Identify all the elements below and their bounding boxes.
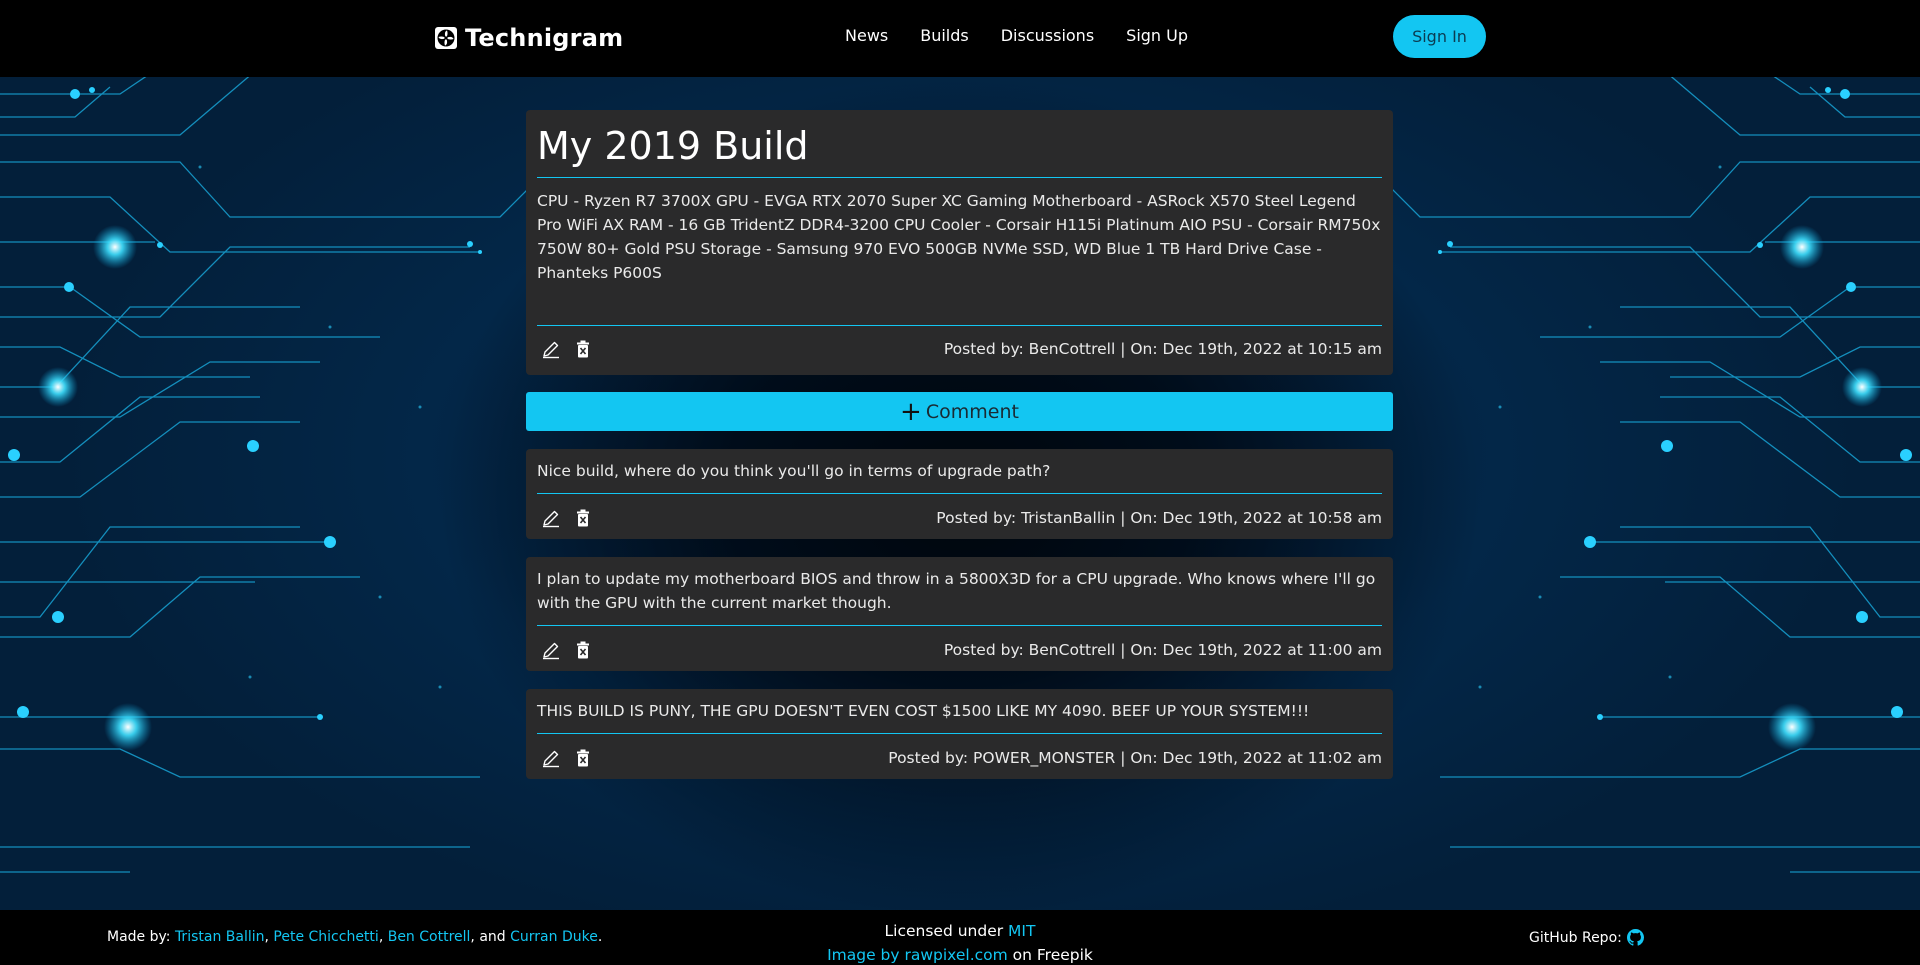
post-card: My 2019 Build CPU - Ryzen R7 3700X GPU -… xyxy=(526,110,1393,375)
comment-footer: Posted by: POWER_MONSTER | On: Dec 19th,… xyxy=(537,734,1382,779)
comment-card: I plan to update my motherboard BIOS and… xyxy=(526,557,1393,671)
pencil-icon[interactable] xyxy=(541,339,561,359)
github-repo: GitHub Repo: xyxy=(1529,929,1644,946)
pencil-icon[interactable] xyxy=(541,640,561,660)
comment-meta: Posted by: BenCottrell | On: Dec 19th, 2… xyxy=(943,640,1382,659)
repo-label: GitHub Repo: xyxy=(1529,929,1622,946)
comment-actions xyxy=(537,748,593,768)
comment-actions xyxy=(537,640,593,660)
sign-in-button[interactable]: Sign In xyxy=(1393,15,1486,58)
post-actions xyxy=(537,339,593,359)
nav-news[interactable]: News xyxy=(845,26,888,45)
nav-discussions[interactable]: Discussions xyxy=(1001,26,1094,45)
post-body: CPU - Ryzen R7 3700X GPU - EVGA RTX 2070… xyxy=(537,192,1381,282)
comment-text: Nice build, where do you think you'll go… xyxy=(537,459,1382,494)
github-icon[interactable] xyxy=(1626,929,1644,946)
add-comment-button[interactable]: + Comment xyxy=(526,392,1393,431)
page-footer: Made by: Tristan Ballin, Pete Chicchetti… xyxy=(0,910,1920,965)
pencil-icon[interactable] xyxy=(541,748,561,768)
pencil-icon[interactable] xyxy=(541,508,561,528)
comment-actions xyxy=(537,508,593,528)
post-meta: Posted by: BenCottrell | On: Dec 19th, 2… xyxy=(943,339,1382,358)
nav-builds[interactable]: Builds xyxy=(920,26,969,45)
post-footer: Posted by: BenCottrell | On: Dec 19th, 2… xyxy=(537,325,1382,369)
add-comment-label: Comment xyxy=(925,400,1019,423)
top-navbar: Technigram News Builds Discussions Sign … xyxy=(0,0,1920,77)
post-title: My 2019 Build xyxy=(537,110,1382,178)
comment-footer: Posted by: TristanBallin | On: Dec 19th,… xyxy=(537,494,1382,539)
fan-icon xyxy=(435,27,457,49)
trash-icon[interactable] xyxy=(573,748,593,768)
license-link[interactable]: MIT xyxy=(1008,922,1035,940)
plus-icon: + xyxy=(900,396,922,427)
image-credit-line: Image by rawpixel.com on Freepik xyxy=(0,943,1920,965)
image-credit-suffix: on Freepik xyxy=(1007,946,1093,964)
trash-icon[interactable] xyxy=(573,508,593,528)
comment-footer: Posted by: BenCottrell | On: Dec 19th, 2… xyxy=(537,626,1382,671)
brand-name: Technigram xyxy=(465,24,624,52)
license-prefix: Licensed under xyxy=(884,922,1009,940)
comment-meta: Posted by: POWER_MONSTER | On: Dec 19th,… xyxy=(888,748,1382,767)
trash-icon[interactable] xyxy=(573,640,593,660)
brand[interactable]: Technigram xyxy=(434,22,623,54)
nav-sign-up[interactable]: Sign Up xyxy=(1126,26,1188,45)
main-content: My 2019 Build CPU - Ryzen R7 3700X GPU -… xyxy=(526,110,1393,797)
trash-icon[interactable] xyxy=(573,339,593,359)
image-credit-link[interactable]: Image by rawpixel.com xyxy=(827,946,1008,964)
comment-text: THIS BUILD IS PUNY, THE GPU DOESN'T EVEN… xyxy=(537,699,1382,734)
comment-card: Nice build, where do you think you'll go… xyxy=(526,449,1393,539)
main-nav: News Builds Discussions Sign Up xyxy=(845,26,1188,45)
comment-text: I plan to update my motherboard BIOS and… xyxy=(537,567,1382,626)
comment-meta: Posted by: TristanBallin | On: Dec 19th,… xyxy=(936,508,1382,527)
comment-card: THIS BUILD IS PUNY, THE GPU DOESN'T EVEN… xyxy=(526,689,1393,779)
